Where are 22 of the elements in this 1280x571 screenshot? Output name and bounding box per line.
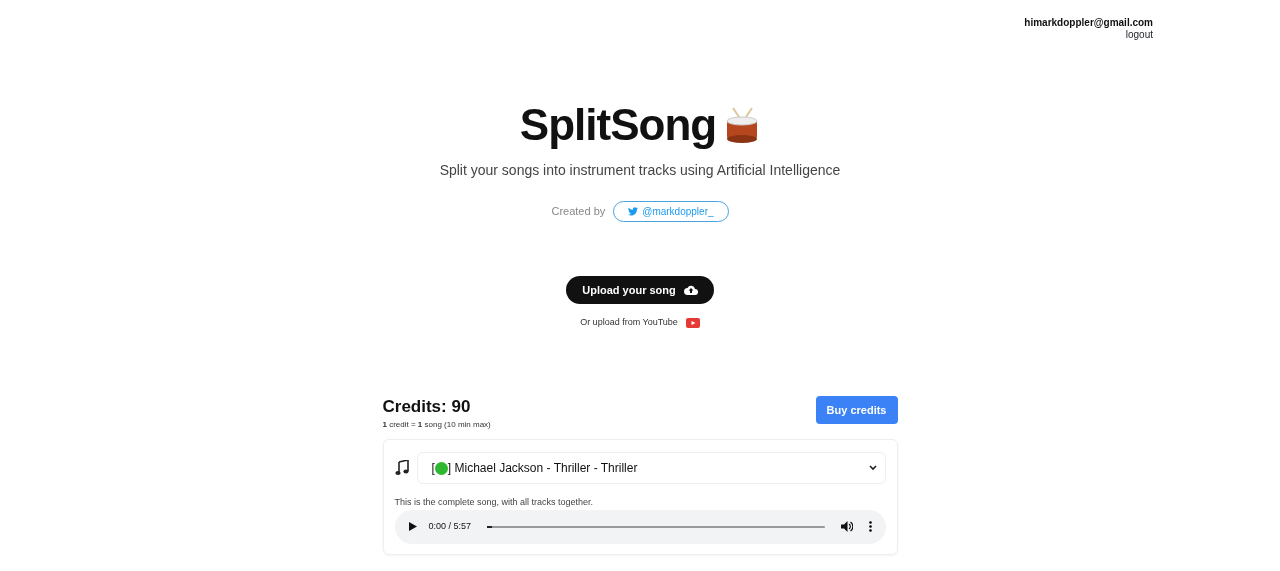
play-icon[interactable] xyxy=(408,522,417,532)
track-select[interactable]: [ ] Michael Jackson - Thriller - Thriller xyxy=(416,452,886,485)
buy-credits-button[interactable]: Buy credits xyxy=(815,395,898,425)
upload-button[interactable]: Upload your song xyxy=(566,275,714,305)
cloud-upload-icon xyxy=(683,285,698,296)
bird-icon xyxy=(628,206,639,216)
created-by-label: Created by xyxy=(551,204,606,220)
app-title: SplitSong xyxy=(519,99,717,151)
volume-icon[interactable] xyxy=(840,521,853,533)
track-description: This is the complete song, with all tracks together. xyxy=(394,496,595,510)
youtube-icon xyxy=(685,318,700,329)
credits-note: 1 credit = 1 song (10 min max) xyxy=(382,419,491,432)
chevron-down-icon xyxy=(868,465,877,472)
progress-bar[interactable] xyxy=(487,525,493,528)
youtube-link[interactable]: Or upload from YouTube xyxy=(580,316,678,330)
music-note-icon xyxy=(394,460,409,477)
credits-title: Credits: 90 xyxy=(382,395,472,418)
more-options-icon[interactable] xyxy=(868,521,872,533)
time-display: 0:00 / 5:57 xyxy=(428,520,472,534)
user-email: himarkdoppler@gmail.com xyxy=(1024,17,1153,29)
subtitle: Split your songs into instrument tracks using Artificial Intelligence xyxy=(439,160,841,180)
logout-link[interactable]: logout xyxy=(1125,29,1153,41)
